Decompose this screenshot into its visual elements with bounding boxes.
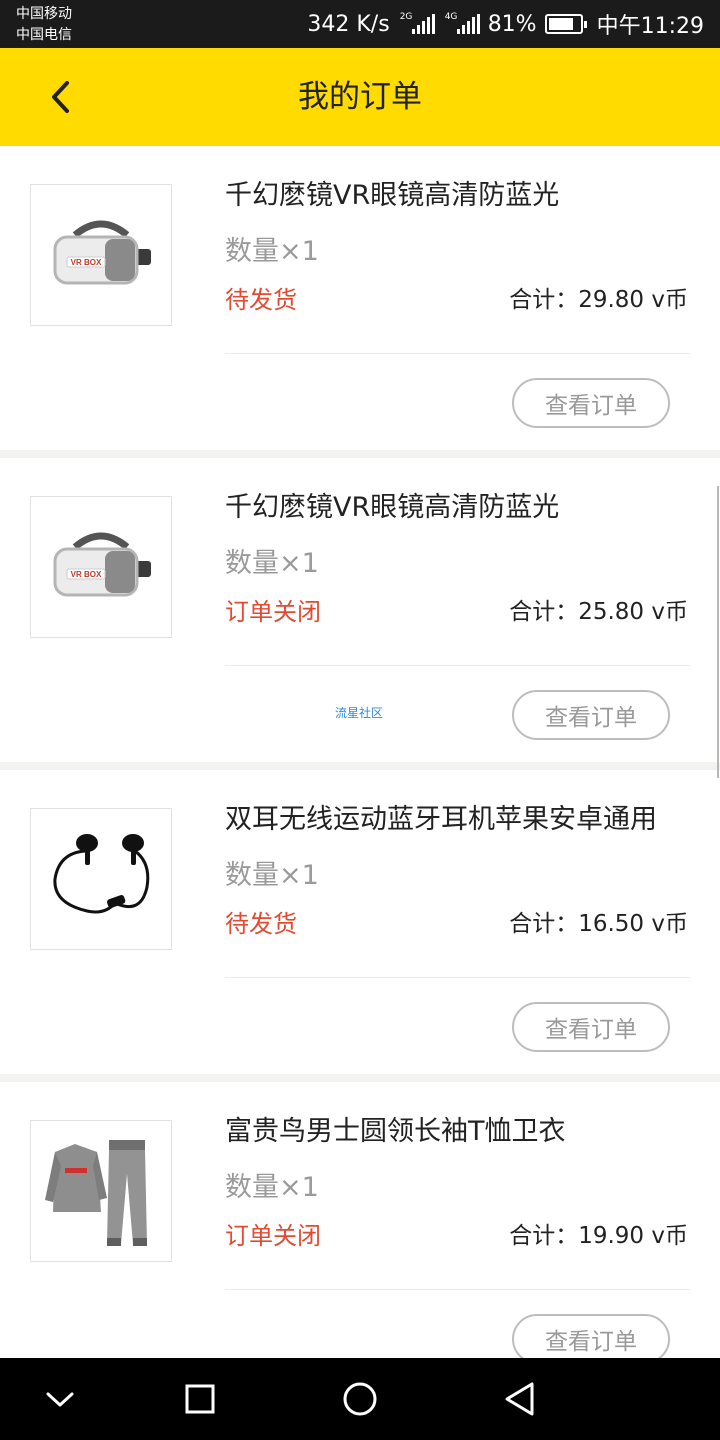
order-status: 订单关闭 — [225, 1222, 321, 1250]
chevron-left-icon — [52, 81, 69, 113]
battery-level — [548, 18, 573, 30]
system-back-button[interactable] — [490, 1374, 550, 1424]
divider — [225, 977, 690, 978]
divider — [225, 1289, 690, 1290]
recent-apps-icon — [185, 1384, 215, 1414]
network-speed: 342 K/s — [307, 11, 390, 37]
signal-4g-icon: 4G — [445, 12, 480, 34]
quantity: 数量×1 — [225, 860, 319, 891]
signal-2g-label: 2G — [399, 12, 413, 22]
order-status: 待发货 — [225, 910, 297, 938]
back-triangle-icon — [505, 1382, 534, 1416]
quantity: 数量×1 — [225, 1172, 319, 1203]
system-nav-bar — [0, 1358, 720, 1440]
order-card[interactable]: VR BOX 千幻麽镜VR眼镜高清防蓝光 数量×1 订单关闭 合计：25.80 … — [0, 458, 720, 762]
product-name[interactable]: 千幻麽镜VR眼镜高清防蓝光 — [225, 488, 559, 528]
status-indicators: 342 K/s 2G 4G 81% 中午11:29 — [307, 0, 704, 48]
view-order-button[interactable]: 查看订单 — [512, 690, 670, 740]
view-order-button[interactable]: 查看订单 — [512, 378, 670, 428]
divider — [225, 665, 690, 666]
order-total: 合计：25.80 v币 — [509, 599, 688, 625]
product-image[interactable]: VR BOX — [30, 184, 172, 326]
clock: 中午11:29 — [596, 14, 704, 39]
carrier-info: 中国移动 中国电信 — [16, 4, 72, 46]
product-name[interactable]: 富贵鸟男士圆领长袖T恤卫衣 — [225, 1112, 566, 1152]
bluetooth-earphones-image — [53, 834, 150, 914]
page-title: 我的订单 — [298, 79, 422, 115]
home-icon — [343, 1382, 377, 1416]
order-total: 合计：29.80 v币 — [509, 287, 688, 313]
order-status: 订单关闭 — [225, 598, 321, 626]
divider — [225, 353, 690, 354]
watermark: 流星社区 — [335, 706, 384, 720]
vr-headset-image: VR BOX — [53, 532, 151, 597]
app-header: 我的订单 — [0, 48, 720, 146]
vr-logo-text: VR BOX — [71, 258, 102, 267]
product-image[interactable] — [30, 1120, 172, 1262]
scrollbar[interactable] — [717, 486, 719, 778]
product-image[interactable] — [30, 808, 172, 950]
battery-percent: 81% — [487, 11, 537, 37]
order-total: 合计：16.50 v币 — [509, 911, 688, 937]
product-name[interactable]: 千幻麽镜VR眼镜高清防蓝光 — [225, 176, 559, 216]
product-name[interactable]: 双耳无线运动蓝牙耳机苹果安卓通用 — [225, 800, 657, 840]
order-card[interactable]: 双耳无线运动蓝牙耳机苹果安卓通用 数量×1 待发货 合计：16.50 v币 查看… — [0, 770, 720, 1074]
quantity: 数量×1 — [225, 548, 319, 579]
order-status: 待发货 — [225, 286, 297, 314]
signal-2g-icon: 2G — [400, 12, 435, 34]
home-button[interactable] — [330, 1374, 390, 1424]
product-image[interactable]: VR BOX — [30, 496, 172, 638]
order-total: 合计：19.90 v币 — [509, 1223, 688, 1249]
order-list[interactable]: VR BOX 千幻麽镜VR眼镜高清防蓝光 数量×1 待发货 合计：29.80 v… — [0, 146, 720, 1358]
sweatshirt-set-image — [45, 1140, 147, 1246]
hide-nav-button[interactable] — [30, 1374, 90, 1424]
chevron-down-icon — [46, 1392, 74, 1407]
carrier-1: 中国移动 — [16, 6, 72, 22]
view-order-button[interactable]: 查看订单 — [512, 1314, 670, 1358]
back-button[interactable] — [36, 70, 84, 124]
recent-apps-button[interactable] — [170, 1374, 230, 1424]
signal-4g-label: 4G — [444, 12, 458, 22]
order-card[interactable]: 富贵鸟男士圆领长袖T恤卫衣 数量×1 订单关闭 合计：19.90 v币 查看订单 — [0, 1082, 720, 1358]
view-order-button[interactable]: 查看订单 — [512, 1002, 670, 1052]
vr-headset-image: VR BOX — [53, 220, 151, 285]
order-card[interactable]: VR BOX 千幻麽镜VR眼镜高清防蓝光 数量×1 待发货 合计：29.80 v… — [0, 146, 720, 450]
quantity: 数量×1 — [225, 236, 319, 267]
battery-icon — [544, 14, 587, 34]
status-bar: 中国移动 中国电信 342 K/s 2G 4G 81% 中午11:29 — [0, 0, 720, 48]
carrier-2: 中国电信 — [16, 27, 72, 43]
vr-logo-text: VR BOX — [71, 570, 102, 579]
